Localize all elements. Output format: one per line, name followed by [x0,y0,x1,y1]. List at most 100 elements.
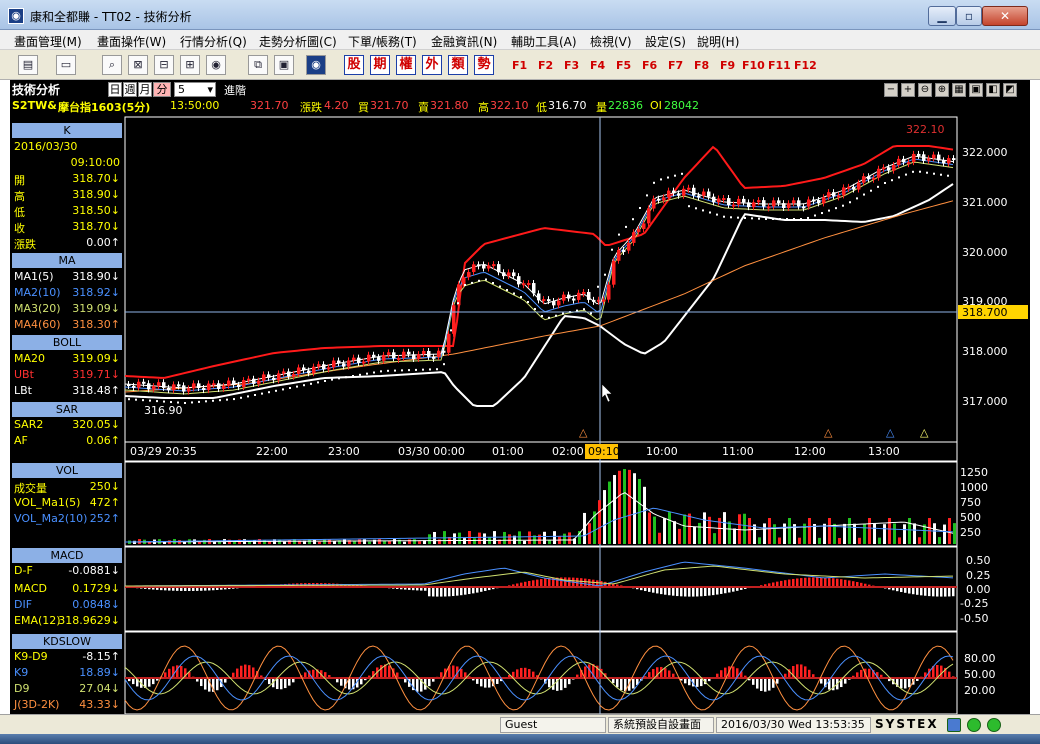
menu-screen-operate[interactable]: 畫面操作(W) [97,33,166,50]
period-value-select[interactable]: 5 ▾ [174,82,216,97]
menu-settings[interactable]: 設定(S) [645,33,686,50]
close-button[interactable]: ✕ [982,6,1028,26]
minimize-button[interactable]: ▁ [928,6,956,26]
network-icon[interactable]: ⧉ [248,55,268,75]
volume-bar [668,512,671,544]
macd-bar [664,587,667,595]
menu-order-account[interactable]: 下單/帳務(T) [348,33,417,50]
sar-dot [919,170,921,173]
fkey-f4[interactable]: F4 [590,59,605,72]
macd-bar [536,579,539,587]
macd-bar [824,577,827,587]
sar-dot [128,398,130,401]
menu-financial-info[interactable]: 金融資訊(N) [431,33,497,50]
zoom-out-icon[interactable]: − [884,83,898,97]
quick-category-button[interactable]: 類 [448,55,468,75]
grid-icon[interactable]: ▦ [952,83,966,97]
maximize-button[interactable]: ▫ [956,6,982,26]
sar-dot [506,289,508,291]
kd-bar [176,665,179,678]
logo-icon[interactable]: ◉ [306,55,326,75]
sar-dot [436,368,438,371]
volume-bar [473,538,476,544]
save-icon[interactable]: ▣ [969,83,983,97]
change-label: 漲跌 [300,101,322,114]
period-month-button[interactable]: 月 [138,82,152,97]
min-price-label: 316.90 [144,404,183,417]
connection-icon[interactable] [947,718,961,732]
magnify-minus-icon[interactable]: ⊖ [918,83,932,97]
quick-trend-button[interactable]: 勢 [474,55,494,75]
volume-bar [938,537,941,544]
fkey-f12[interactable]: F12 [794,59,817,72]
fkey-f8[interactable]: F8 [694,59,709,72]
period-week-button[interactable]: 週 [123,82,137,97]
menu-tools[interactable]: 輔助工具(A) [511,33,577,50]
quick-foreign-button[interactable]: 外 [422,55,442,75]
candle-body [272,377,276,381]
volume-bar [263,540,266,544]
candle-body [347,360,351,367]
macd-bar [660,587,663,595]
macd-bar [684,587,687,597]
candle-body [722,198,726,201]
fkey-f6[interactable]: F6 [642,59,657,72]
fkey-f9[interactable]: F9 [720,59,735,72]
quick-stock-button[interactable]: 股 [344,55,364,75]
charts-area[interactable]: 322.10 316.90 △ △ △ △ 03/29 20:35 22:00 … [124,116,1030,714]
candle-body [482,264,486,269]
sar-dot [289,387,291,389]
fkey-f5[interactable]: F5 [616,59,631,72]
fkey-f10[interactable]: F10 [742,59,765,72]
monitor-icon[interactable]: ▭ [56,55,76,75]
candle-body [567,294,571,299]
quick-futures-button[interactable]: 期 [370,55,390,75]
sar-dot [653,181,655,184]
media-icon[interactable]: ◉ [206,55,226,75]
split-icon[interactable]: ⊞ [180,55,200,75]
close-box-icon[interactable]: ⊠ [128,55,148,75]
candle-body [947,158,951,164]
k-high-label: 高 [14,190,25,203]
kd-bar [560,678,563,691]
fkey-f11[interactable]: F11 [768,59,791,72]
window-icon[interactable]: ▣ [274,55,294,75]
fkey-f7[interactable]: F7 [668,59,683,72]
volume-bar [698,522,701,544]
kd-bar [908,678,911,688]
sar-dot [240,396,242,399]
layout-icon[interactable]: ▤ [18,55,38,75]
restore-icon[interactable]: ◧ [986,83,1000,97]
period-day-button[interactable]: 日 [108,82,122,97]
sar-dot [632,218,634,221]
folder-icon[interactable]: ◩ [1003,83,1017,97]
volume-bar [798,537,801,544]
menu-view[interactable]: 檢視(V) [590,33,632,50]
sar-dot [786,218,788,220]
volume-bar [598,500,601,544]
k-open-value: 318.70↓ [72,172,120,185]
candle-body [562,294,566,301]
menu-screen-manage[interactable]: 畫面管理(M) [14,33,82,50]
macd-bar [936,587,939,597]
candle-body [312,366,316,374]
fkey-f1[interactable]: F1 [512,59,527,72]
center-icon[interactable]: ⊟ [154,55,174,75]
kd-bar [724,667,727,678]
quick-options-button[interactable]: 權 [396,55,416,75]
period-minute-button[interactable]: 分 [153,82,171,97]
volume-bar [933,523,936,544]
fkey-f2[interactable]: F2 [538,59,553,72]
candle-body [462,277,466,285]
candle-body [487,265,491,269]
advanced-button[interactable]: 進階 [224,82,246,98]
menu-trend-chart[interactable]: 走勢分析圖(C) [259,33,337,50]
candle-body [747,202,751,208]
fkey-f3[interactable]: F3 [564,59,579,72]
zoom-in-icon[interactable]: + [901,83,915,97]
menu-quote-analysis[interactable]: 行情分析(Q) [180,33,247,50]
menu-help[interactable]: 說明(H) [697,33,739,50]
magnify-plus-icon[interactable]: ⊕ [935,83,949,97]
search-icon[interactable]: ⌕ [102,55,122,75]
macd-bar [548,578,551,587]
